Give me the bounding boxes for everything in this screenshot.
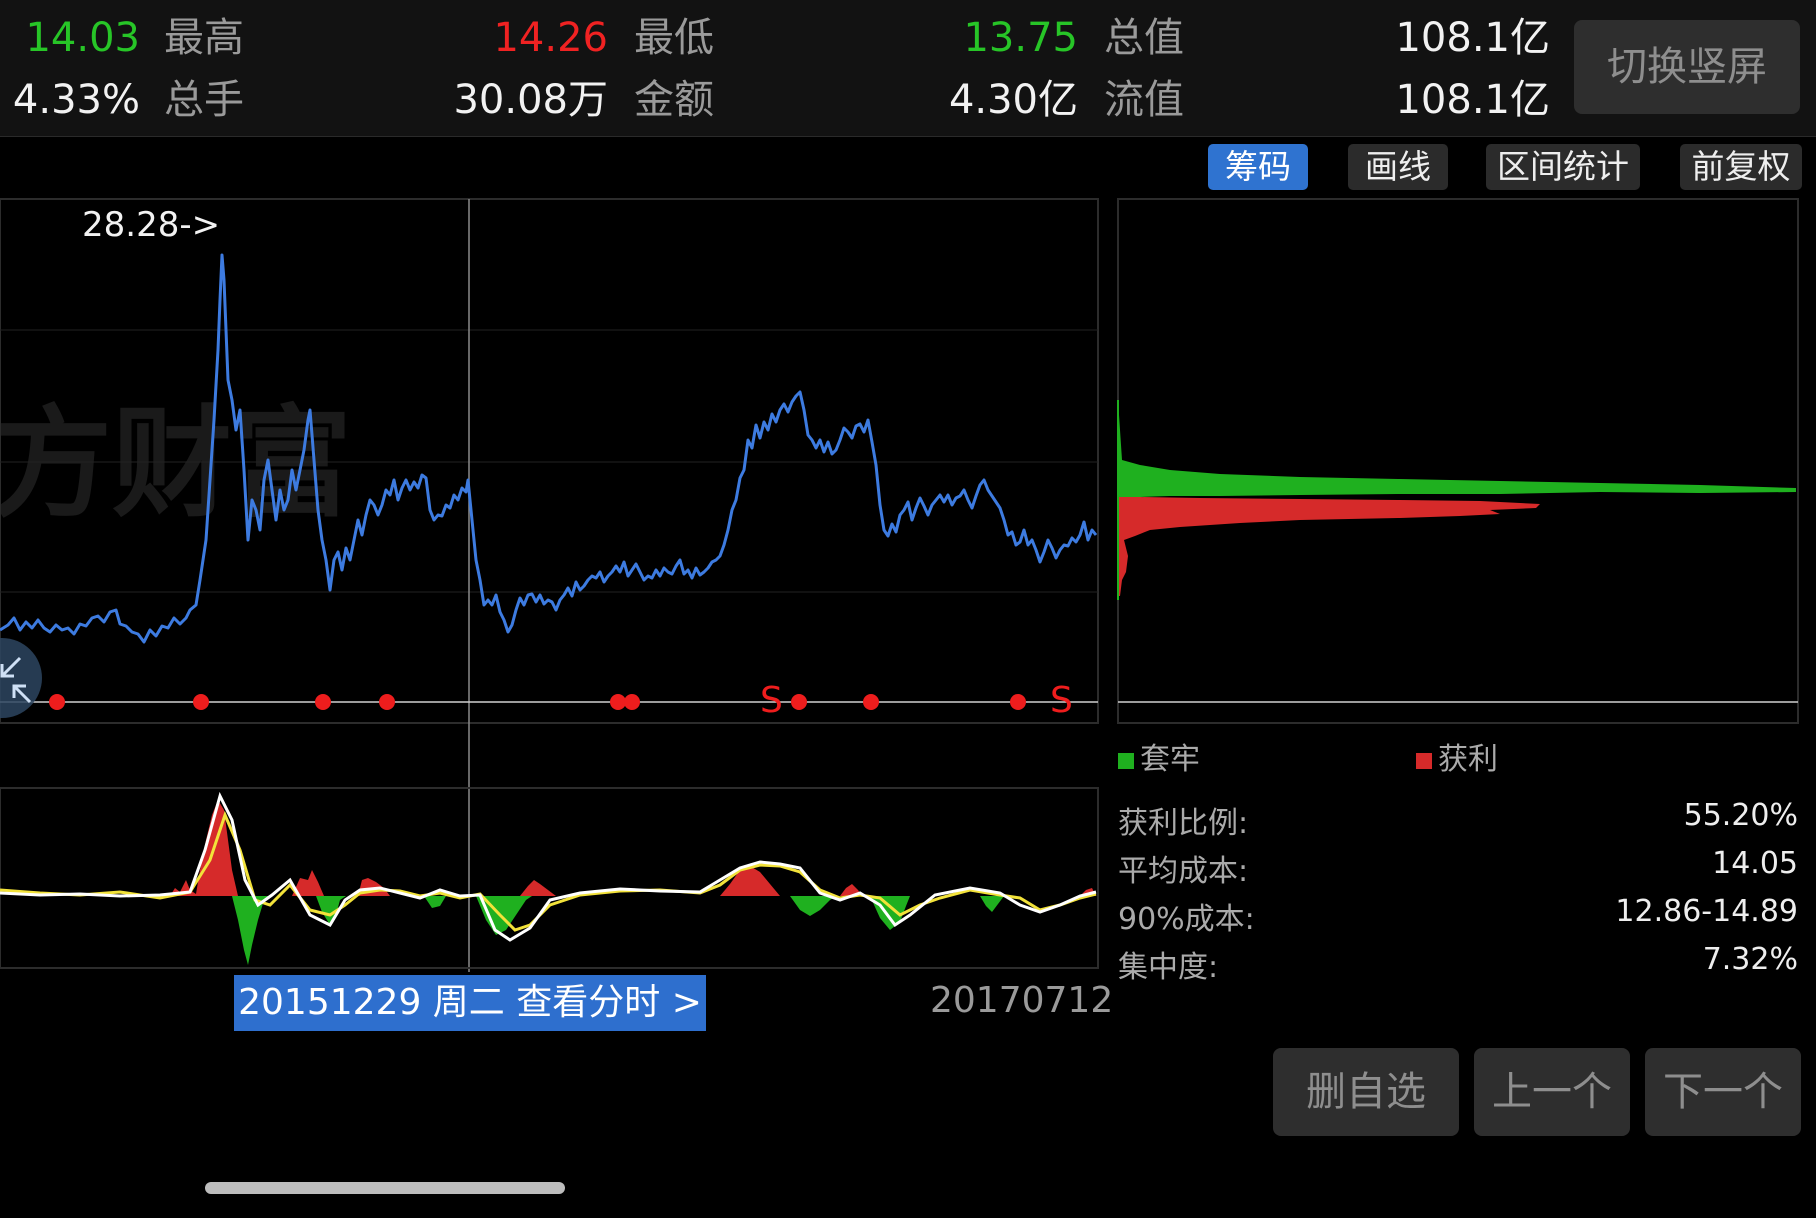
legend-trapped-swatch bbox=[1118, 752, 1134, 769]
chips-tab[interactable]: 筹码 bbox=[1208, 144, 1308, 190]
stat-label-amount: 金额 bbox=[634, 77, 714, 123]
avg-cost-value: 14.05 bbox=[1712, 846, 1798, 881]
signal-dot bbox=[193, 694, 209, 710]
draw-line-button[interactable]: 画线 bbox=[1348, 144, 1448, 190]
signal-dot bbox=[49, 694, 65, 710]
watermark-text: 方财富 bbox=[0, 395, 352, 534]
chip-profit-area bbox=[1118, 497, 1540, 596]
stat-label-total-value: 总值 bbox=[1104, 15, 1184, 61]
stat-value-1: 14.03 bbox=[25, 15, 140, 61]
stat-value-5: 4.33% bbox=[12, 77, 140, 123]
signal-dot bbox=[863, 694, 879, 710]
home-indicator[interactable] bbox=[205, 1182, 565, 1194]
stat-value-8: 108.1亿 bbox=[1395, 77, 1550, 123]
signal-dot bbox=[1010, 694, 1026, 710]
remove-watchlist-button[interactable]: 删自选 bbox=[1273, 1048, 1459, 1136]
sell-marker: S bbox=[1050, 680, 1073, 721]
concentration-value: 7.32% bbox=[1702, 942, 1798, 977]
legend-trapped-label: 套牢 bbox=[1140, 742, 1200, 777]
macd-yellow-line bbox=[0, 810, 1097, 932]
signal-dot bbox=[379, 694, 395, 710]
legend-profit-label: 获利 bbox=[1438, 742, 1498, 777]
signal-dot bbox=[610, 694, 626, 710]
stats-panel: 14.03 最高 14.26 最低 13.75 总值 108.1亿 4.33% … bbox=[0, 0, 1816, 137]
chip-frame bbox=[1117, 198, 1799, 724]
profit-ratio-value: 55.20% bbox=[1683, 798, 1798, 833]
cost-90-value: 12.86-14.89 bbox=[1615, 894, 1798, 929]
macd-histogram bbox=[170, 800, 1096, 965]
switch-portrait-button[interactable]: 切换竖屏 bbox=[1574, 20, 1800, 114]
previous-button[interactable]: 上一个 bbox=[1474, 1048, 1630, 1136]
profit-ratio-label: 获利比例: bbox=[1118, 806, 1249, 841]
legend-profit: 获利 bbox=[1416, 734, 1498, 778]
interval-stats-button[interactable]: 区间统计 bbox=[1486, 144, 1640, 190]
stat-label-volume: 总手 bbox=[164, 77, 244, 123]
sell-marker: S bbox=[760, 680, 783, 721]
stat-value-7: 4.30亿 bbox=[948, 77, 1078, 123]
stat-value-3: 13.75 bbox=[963, 15, 1078, 61]
concentration-label: 集中度: bbox=[1118, 950, 1219, 985]
forward-adjust-button[interactable]: 前复权 bbox=[1680, 144, 1802, 190]
legend-profit-swatch bbox=[1416, 752, 1432, 769]
stat-value-6: 30.08万 bbox=[453, 77, 608, 123]
end-date-label: 20170712 bbox=[930, 980, 1114, 1021]
stat-label-low: 最低 bbox=[634, 15, 714, 61]
stat-label-high: 最高 bbox=[164, 15, 244, 61]
signal-dot bbox=[791, 694, 807, 710]
macd-white-line bbox=[0, 791, 1097, 942]
kline-chart[interactable]: 方财富 28.28-> S S bbox=[0, 196, 1816, 976]
stat-value-2: 14.26 bbox=[493, 15, 608, 61]
signal-dot bbox=[315, 694, 331, 710]
legend-trapped: 套牢 bbox=[1118, 734, 1200, 778]
chip-trapped-area bbox=[1118, 400, 1796, 497]
signal-dot bbox=[624, 694, 640, 710]
date-badge-view-intraday[interactable]: 20151229 周二 查看分时 > bbox=[234, 975, 706, 1031]
next-button[interactable]: 下一个 bbox=[1645, 1048, 1801, 1136]
peak-price-label: 28.28-> bbox=[82, 205, 220, 245]
cost-90-label: 90%成本: bbox=[1118, 902, 1255, 937]
stat-value-4: 108.1亿 bbox=[1395, 15, 1550, 61]
avg-cost-label: 平均成本: bbox=[1118, 854, 1249, 889]
collapse-icon[interactable] bbox=[0, 638, 42, 718]
indicator-frame bbox=[0, 787, 1099, 969]
stat-label-float-value: 流值 bbox=[1104, 77, 1184, 123]
